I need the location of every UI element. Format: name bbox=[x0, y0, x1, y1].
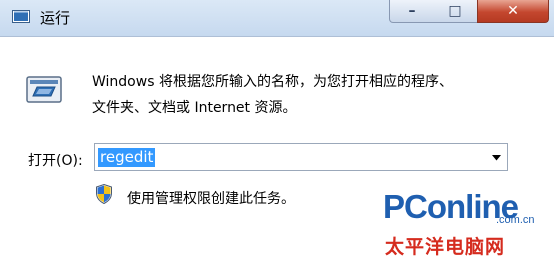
open-label: 打开(O): bbox=[28, 153, 83, 169]
watermark-domain: .com.cn bbox=[496, 214, 535, 226]
title-bar[interactable]: 运行 – □ ✕ bbox=[0, 0, 554, 37]
description-line-2: 文件夹、文档或 Internet 资源。 bbox=[92, 100, 297, 116]
run-program-icon bbox=[26, 76, 62, 103]
open-input-value[interactable]: regedit bbox=[98, 148, 156, 167]
uac-shield-icon bbox=[96, 184, 112, 204]
window-title: 运行 bbox=[40, 9, 71, 27]
description-line-1: Windows 将根据您所输入的名称，为您打开相应的程序、 bbox=[92, 74, 453, 90]
dialog-description: Windows 将根据您所输入的名称，为您打开相应的程序、 文件夹、文档或 In… bbox=[92, 69, 532, 121]
watermark-chinese-name: 太平洋电脑网 bbox=[385, 236, 506, 258]
run-app-icon bbox=[12, 10, 30, 23]
watermark-brand-pc: PC bbox=[383, 188, 428, 225]
minimize-button[interactable]: – bbox=[389, 0, 435, 23]
maximize-button[interactable]: □ bbox=[433, 0, 478, 23]
close-button[interactable]: ✕ bbox=[477, 0, 549, 23]
open-combobox[interactable]: regedit bbox=[94, 143, 508, 171]
dropdown-arrow-icon[interactable] bbox=[492, 155, 501, 161]
admin-privilege-note: 使用管理权限创建此任务。 bbox=[127, 191, 295, 207]
pconline-watermark-logo: PConline .com.cn 太平洋电脑网 bbox=[383, 176, 548, 271]
